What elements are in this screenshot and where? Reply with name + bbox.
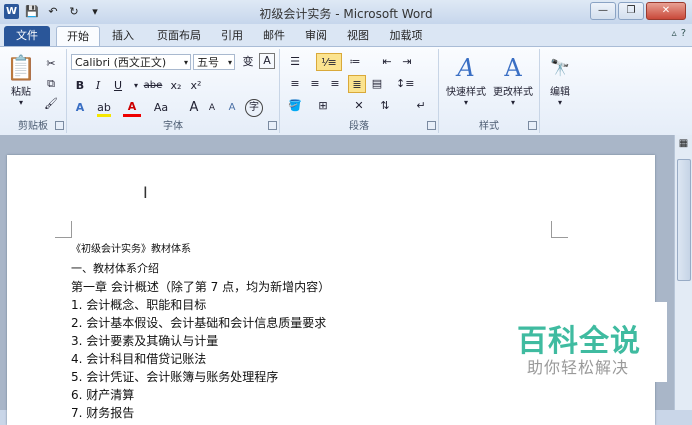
line-spacing-icon[interactable]: ↕≡	[396, 75, 414, 93]
editing-group: 🔭 编辑 ▾	[540, 49, 580, 133]
align-right-icon[interactable]: ≡	[326, 75, 344, 93]
sort-icon[interactable]: ⇅	[376, 97, 394, 115]
doc-title: 《初级会计实务》教材体系	[71, 244, 191, 255]
highlighter-icon: ab	[97, 101, 111, 117]
list-item: 1. 会计概念、职能和目标	[71, 298, 207, 312]
paste-button[interactable]: 📋 粘贴 ▾	[6, 53, 36, 107]
tab-addins[interactable]: 加载项	[382, 26, 430, 46]
justify-icon[interactable]: ≣	[348, 75, 366, 93]
quick-styles-button[interactable]: A 快速样式 ▾	[443, 53, 489, 107]
font-name-combo[interactable]: Calibri (西文正文) ▾	[71, 54, 191, 70]
decrease-indent-icon[interactable]: ⇤	[378, 53, 396, 71]
doc-chapter: 第一章 会计概述（除了第 7 点，均为新增内容）	[71, 280, 331, 294]
close-button[interactable]: ✕	[646, 2, 686, 20]
list-item: 4. 会计科目和借贷记账法	[71, 352, 207, 366]
bullets-icon[interactable]: ☰	[286, 53, 304, 71]
font-launcher-icon[interactable]	[268, 121, 277, 130]
window-title: 初级会计实务 - Microsoft Word	[259, 7, 433, 21]
underline-button[interactable]: U	[109, 77, 127, 95]
maximize-button[interactable]: ❐	[618, 2, 644, 20]
phonetic-guide-icon[interactable]: 变	[239, 53, 257, 71]
crop-mark-top-right	[551, 221, 568, 238]
help-icon[interactable]: ?	[681, 28, 686, 39]
styles-group-label: 样式	[479, 121, 499, 132]
distributed-icon[interactable]: ▤	[368, 75, 386, 93]
scroll-thumb[interactable]	[677, 159, 691, 281]
bold-button[interactable]: B	[71, 77, 89, 95]
shading-icon[interactable]: 🪣	[286, 97, 304, 115]
format-painter-icon[interactable]: 🖌	[42, 95, 60, 113]
paragraph-group: ☰ ⅟≡ ≔ ⇤ ⇥ ≡ ≡ ≡ ≣ ▤ ↕≡ 🪣 ⊞ ✕ ⇅ ↵ 段落	[280, 49, 439, 133]
font-group: Calibri (西文正文) ▾ 五号 ▾ 变 A B I U ▾ abe x₂ x…	[67, 49, 280, 133]
tab-review[interactable]: 审阅	[298, 26, 334, 46]
copy-icon[interactable]: ⧉	[42, 75, 60, 93]
text-effects-button[interactable]: A	[71, 99, 89, 117]
align-left-icon[interactable]: ≡	[286, 75, 304, 93]
font-group-label: 字体	[163, 121, 183, 132]
watermark-subtitle: 助你轻松解决	[527, 358, 630, 377]
list-item: 3. 会计要素及其确认与计量	[71, 334, 219, 348]
vertical-scrollbar[interactable]	[674, 135, 692, 410]
ribbon-tabs: 文件 开始 插入 页面布局 引用 邮件 审阅 视图 加载项 ▵ ?	[0, 24, 692, 47]
styles-group: A 快速样式 ▾ A 更改样式 ▾ 样式	[439, 49, 540, 133]
multilevel-list-icon[interactable]: ≔	[346, 53, 364, 71]
strikethrough-button[interactable]: abe	[141, 77, 165, 95]
highlight-color-button[interactable]: ab	[95, 99, 113, 117]
crop-mark-top-left	[55, 221, 72, 238]
clear-formatting-button[interactable]: A	[223, 99, 241, 117]
clipboard-group: 📋 粘贴 ▾ ✂ ⧉ 🖌 剪贴板	[0, 49, 67, 133]
font-size-combo[interactable]: 五号 ▾	[193, 54, 235, 70]
list-item: 6. 财产清算	[71, 388, 135, 402]
enclose-characters-button[interactable]: 字	[245, 99, 263, 117]
grow-font-button[interactable]: A	[185, 99, 203, 117]
align-center-icon[interactable]: ≡	[306, 75, 324, 93]
tab-home[interactable]: 开始	[56, 26, 100, 47]
paragraph-group-label: 段落	[349, 121, 369, 132]
binoculars-icon: 🔭	[550, 58, 570, 77]
minimize-button[interactable]: —	[590, 2, 616, 20]
ruler-toggle-icon[interactable]: ▦	[675, 138, 692, 154]
ribbon: 📋 粘贴 ▾ ✂ ⧉ 🖌 剪贴板 Calibri (西文正文) ▾ 五号 ▾ 变 A…	[0, 46, 692, 136]
clipboard-launcher-icon[interactable]	[55, 121, 64, 130]
subscript-button[interactable]: x₂	[167, 77, 185, 95]
numbering-icon[interactable]: ⅟≡	[316, 53, 342, 71]
shrink-font-button[interactable]: A	[203, 99, 221, 117]
change-styles-icon: A	[504, 54, 522, 82]
change-case-button[interactable]: Aa	[149, 99, 173, 117]
title-bar: W 💾 ↶ ↻ ▾ 初级会计实务 - Microsoft Word — ❐ ✕	[0, 0, 692, 25]
edit-button[interactable]: 🔭 编辑 ▾	[542, 53, 578, 107]
text-cursor-icon: I	[143, 183, 148, 202]
borders-icon[interactable]: ⊞	[314, 97, 332, 115]
minimize-ribbon-icon[interactable]: ▵	[672, 28, 677, 39]
italic-button[interactable]: I	[89, 77, 107, 95]
tab-insert[interactable]: 插入	[104, 26, 142, 46]
list-item: 2. 会计基本假设、会计基础和会计信息质量要求	[71, 316, 327, 330]
tab-file[interactable]: 文件	[4, 26, 50, 46]
character-border-icon[interactable]: A	[259, 53, 275, 69]
chinese-layout-icon[interactable]: ✕	[350, 97, 368, 115]
watermark-logo: 百科全说 助你轻松解决	[497, 302, 667, 382]
show-marks-icon[interactable]: ↵	[412, 97, 430, 115]
tab-page-layout[interactable]: 页面布局	[150, 26, 208, 46]
increase-indent-icon[interactable]: ⇥	[398, 53, 416, 71]
clipboard-icon: 📋	[6, 54, 36, 82]
quick-styles-icon: A	[457, 54, 475, 82]
font-color-button[interactable]: A	[123, 99, 141, 117]
change-styles-button[interactable]: A 更改样式 ▾	[489, 53, 537, 107]
doc-heading: 一、教材体系介绍	[71, 262, 159, 275]
list-item: 7. 财务报告	[71, 406, 135, 420]
tab-mailings[interactable]: 邮件	[256, 26, 292, 46]
paragraph-launcher-icon[interactable]	[427, 121, 436, 130]
cut-icon[interactable]: ✂	[42, 55, 60, 73]
list-item: 5. 会计凭证、会计账簿与账务处理程序	[71, 370, 279, 384]
tab-references[interactable]: 引用	[214, 26, 250, 46]
superscript-button[interactable]: x²	[187, 77, 205, 95]
tab-view[interactable]: 视图	[340, 26, 376, 46]
styles-launcher-icon[interactable]	[528, 121, 537, 130]
